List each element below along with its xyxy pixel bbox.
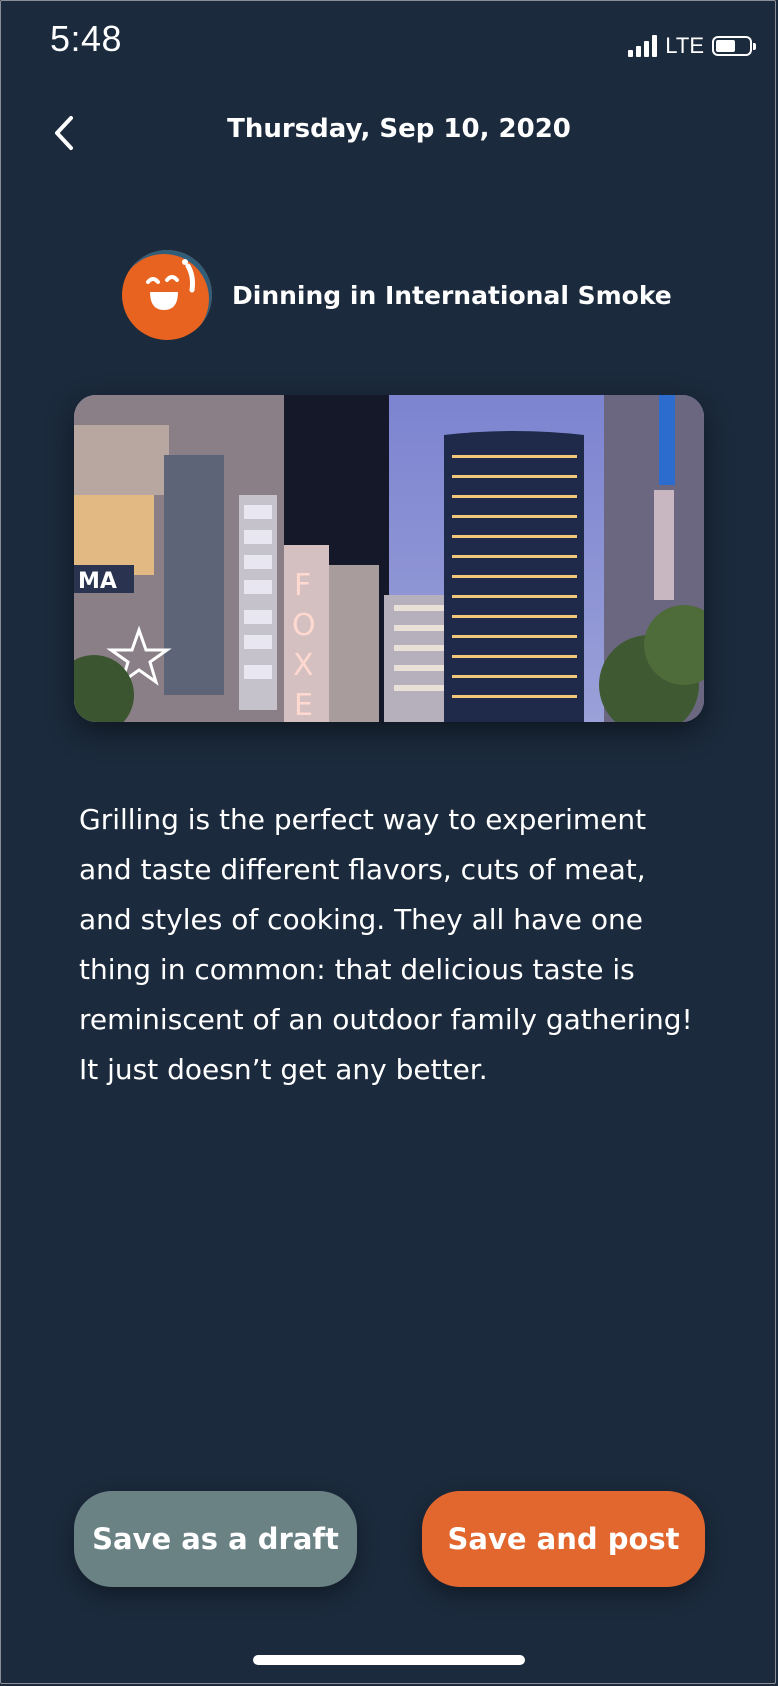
svg-text:MA: MA [78, 569, 117, 594]
network-label: LTE [665, 33, 704, 58]
svg-text:F: F [294, 568, 311, 603]
post-body-line: reminiscent of an outdoor family gatheri… [79, 1003, 693, 1036]
post-body-line: and styles of cooking. They all have one [79, 903, 643, 936]
status-icons: LTE [628, 30, 756, 62]
avatar[interactable] [122, 250, 212, 340]
home-indicator[interactable] [253, 1655, 525, 1665]
signal-icon [628, 35, 658, 57]
svg-text:O: O [292, 608, 316, 643]
smiley-face-icon [146, 259, 195, 310]
post-body-line: It just doesn’t get any better. [79, 1053, 488, 1086]
page-title: Thursday, Sep 10, 2020 [227, 114, 571, 144]
author-row: Dinning in International Smoke [122, 250, 672, 340]
post-body-line: thing in common: that delicious taste is [79, 953, 635, 986]
post-body-line: Grilling is the perfect way to experimen… [79, 803, 647, 836]
save-draft-button[interactable]: Save as a draft [74, 1491, 357, 1587]
post-image[interactable]: MA F O X E [74, 395, 704, 722]
status-time: 5:48 [50, 18, 123, 59]
save-and-post-button[interactable]: Save and post [422, 1491, 705, 1587]
svg-text:E: E [294, 688, 313, 722]
battery-icon [712, 36, 756, 56]
post-body-line: and taste different flavors, cuts of mea… [79, 853, 646, 886]
city-street-photo: MA F O X E [74, 395, 704, 722]
svg-text:X: X [293, 648, 314, 683]
author-name: Dinning in International Smoke [232, 280, 672, 310]
post-body: Grilling is the perfect way to experimen… [79, 795, 719, 1095]
